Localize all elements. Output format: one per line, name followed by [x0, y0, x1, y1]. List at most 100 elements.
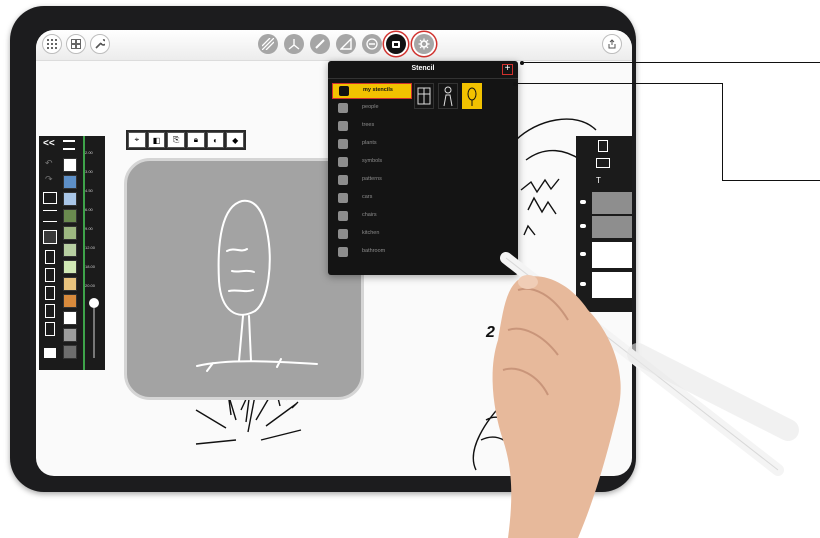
eraser-icon[interactable]	[44, 348, 56, 358]
color-swatch[interactable]	[63, 226, 77, 240]
brush-size-label[interactable]: 12.00	[85, 245, 95, 250]
folder-icon	[339, 86, 349, 96]
color-swatch[interactable]	[63, 345, 77, 359]
stencil-category-label: patterns	[362, 176, 382, 182]
paste-icon: ⎘	[172, 135, 180, 144]
transform-button[interactable]: ⌖	[128, 132, 146, 148]
undo-icon[interactable]: ↶	[45, 158, 53, 169]
erase-tool-button[interactable]	[362, 34, 382, 54]
settings-wrench-button[interactable]	[90, 34, 110, 54]
building-thumb[interactable]	[414, 83, 434, 109]
pencil-tool-button[interactable]	[310, 34, 330, 54]
hatch-tool-button[interactable]	[258, 34, 278, 54]
car-icon	[338, 193, 348, 203]
chair-icon	[338, 211, 348, 221]
line-brush-icon[interactable]	[43, 210, 57, 222]
brush-size-label[interactable]: 3.00	[85, 169, 93, 174]
tree-sketch	[196, 199, 318, 372]
stencil-category-label: my stencils	[363, 87, 393, 93]
layer-2[interactable]	[592, 216, 632, 238]
stencil-category-people[interactable]: people	[332, 101, 412, 115]
mirror-button[interactable]: ◧	[147, 132, 166, 148]
layout-button[interactable]	[66, 34, 86, 54]
stencil-category-symbols[interactable]: symbols	[332, 155, 412, 169]
color-swatch[interactable]	[63, 328, 77, 342]
share-icon	[608, 39, 616, 49]
color-swatch[interactable]	[63, 243, 77, 257]
stencil-category-label: people	[362, 104, 379, 110]
color-swatch[interactable]	[63, 277, 77, 291]
grid-button[interactable]	[42, 34, 62, 54]
stencil-category-plants[interactable]: plants	[332, 137, 412, 151]
redo-icon[interactable]: ↷	[45, 174, 53, 185]
color-swatch[interactable]	[63, 175, 77, 189]
color-swatch[interactable]	[63, 158, 77, 172]
stencil-category-chairs[interactable]: chairs	[332, 209, 412, 223]
brush-size-label[interactable]: 2.00	[85, 150, 93, 155]
brush-size-label[interactable]: 6.00	[85, 207, 93, 212]
layer-1[interactable]	[592, 192, 632, 214]
stencil-category-label: cars	[362, 194, 373, 200]
brush-size-label[interactable]: 20.00	[85, 283, 95, 288]
figure-thumb-selected[interactable]	[462, 83, 482, 109]
gear-button[interactable]	[414, 34, 434, 54]
contrast-button[interactable]: ◐	[206, 132, 225, 148]
collapse-panel-button[interactable]: <<	[43, 138, 55, 149]
stencil-category-patterns[interactable]: patterns	[332, 173, 412, 187]
pen-tool-4-icon[interactable]	[45, 286, 55, 300]
person-icon	[338, 103, 348, 113]
stencil-tool-button[interactable]	[386, 34, 406, 54]
contrast-icon: ◐	[213, 135, 218, 145]
stencil-category-my-stencils[interactable]: my stencils	[332, 83, 412, 99]
mirror-icon: ◧	[152, 135, 161, 145]
paste-button[interactable]: ⎘	[167, 132, 186, 148]
stencil-category-bathroom[interactable]: bathroom	[332, 245, 412, 259]
brush-size-label[interactable]: 18.00	[85, 264, 95, 269]
layer-1-visibility-icon[interactable]	[580, 200, 586, 204]
pen-tool-2-icon[interactable]	[45, 250, 55, 264]
add-stencil-button[interactable]: +	[502, 64, 513, 75]
pen-tool-5-icon[interactable]	[45, 304, 55, 318]
share-button[interactable]	[602, 34, 622, 54]
wrench-icon	[95, 39, 105, 49]
brush-color-panel: << ↶ ↷ 2.00 3.00 4.50 6.00 9.00 12.00 18.00 20.…	[39, 136, 105, 370]
color-swatch[interactable]	[63, 260, 77, 274]
fill-icon: ◆	[232, 135, 239, 145]
stencil-category-kitchen[interactable]: kitchen	[332, 227, 412, 241]
layer-2-visibility-icon[interactable]	[580, 224, 586, 228]
fill-button[interactable]: ◆	[226, 132, 245, 148]
stencil-category-label: trees	[362, 122, 375, 128]
color-swatch[interactable]	[63, 192, 77, 206]
hamburger-icon[interactable]	[63, 140, 75, 150]
pen-tool-1-icon[interactable]	[43, 230, 57, 244]
set-square-tool-button[interactable]	[336, 34, 356, 54]
callout-line-2b	[722, 83, 723, 181]
hatch-icon	[262, 38, 274, 50]
lock-button[interactable]: 🔒︎	[187, 132, 205, 148]
stencil-category-label: symbols	[362, 158, 383, 164]
person-thumb[interactable]	[438, 83, 458, 109]
hand-with-stylus	[492, 252, 799, 538]
size-slider-track[interactable]	[93, 308, 95, 358]
text-layer-icon[interactable]: T	[596, 176, 610, 186]
callout-line-2c	[722, 180, 820, 181]
tree-icon	[338, 121, 348, 131]
color-swatch[interactable]	[63, 209, 77, 223]
size-slider-handle[interactable]	[89, 298, 99, 308]
ruler-tool-button[interactable]	[284, 34, 304, 54]
brush-size-label[interactable]: 4.50	[85, 188, 93, 193]
brush-size-label[interactable]: 9.00	[85, 226, 93, 231]
color-swatch[interactable]	[63, 311, 77, 325]
bathroom-icon	[338, 247, 348, 257]
color-swatch[interactable]	[63, 294, 77, 308]
stencil-category-trees[interactable]: trees	[332, 119, 412, 133]
new-layer-icon[interactable]	[598, 140, 608, 152]
pattern-icon	[338, 175, 348, 185]
minus-circle-icon	[366, 38, 378, 50]
image-layer-icon[interactable]	[596, 158, 610, 168]
pen-tool-6-icon[interactable]	[45, 322, 55, 336]
dot-brush-icon[interactable]	[43, 192, 57, 204]
brush-size-column: 2.00 3.00 4.50 6.00 9.00 12.00 18.00 20.00	[83, 136, 105, 370]
stencil-category-cars[interactable]: cars	[332, 191, 412, 205]
pen-tool-3-icon[interactable]	[45, 268, 55, 282]
